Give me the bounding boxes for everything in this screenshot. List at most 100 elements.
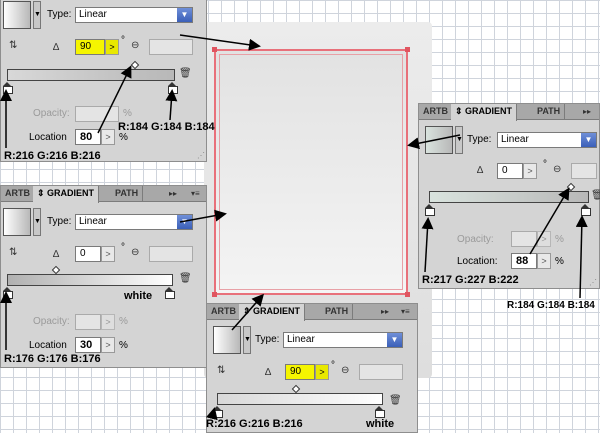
- swatch-dropdown[interactable]: ▼: [33, 1, 41, 29]
- gradient-swatch[interactable]: [3, 1, 31, 29]
- anchor-point[interactable]: [212, 292, 217, 297]
- panel-expand-icon[interactable]: ▸▸: [379, 304, 391, 320]
- location-input[interactable]: 88: [511, 253, 537, 269]
- swap-stops-icon[interactable]: ⇅: [9, 41, 17, 51]
- panel-expand-icon[interactable]: ▸▸: [167, 186, 179, 202]
- swatch-dropdown[interactable]: ▼: [243, 326, 251, 354]
- annotation-color-c-right: R:184 G:184 B:184: [507, 300, 595, 311]
- anchor-point[interactable]: [405, 292, 410, 297]
- aspect-ratio-icon[interactable]: ⊖: [131, 248, 139, 258]
- angle-stepper[interactable]: >: [105, 39, 119, 55]
- gradient-stop[interactable]: [168, 82, 178, 94]
- trash-icon[interactable]: 🗑: [179, 274, 192, 284]
- gradient-stop[interactable]: [3, 82, 13, 94]
- location-stepper[interactable]: >: [101, 337, 115, 353]
- type-select[interactable]: Linear ▼: [497, 132, 597, 148]
- gradient-swatch[interactable]: [425, 126, 453, 154]
- tab-gradient[interactable]: ⇕ GRADIENT: [239, 304, 306, 321]
- tab-path[interactable]: PATH: [321, 304, 354, 320]
- location-input[interactable]: 30: [75, 337, 101, 353]
- degree-symbol: °: [331, 360, 335, 371]
- chevron-down-icon[interactable]: ▼: [177, 215, 192, 229]
- type-label: Type:: [47, 9, 72, 20]
- panel-menu-icon[interactable]: ▾≡: [399, 304, 412, 320]
- midpoint-diamond[interactable]: [291, 384, 301, 394]
- gradient-stop[interactable]: [213, 406, 223, 418]
- angle-input[interactable]: 90: [75, 39, 105, 55]
- tab-path[interactable]: PATH: [111, 186, 144, 202]
- swatch-dropdown[interactable]: ▼: [33, 208, 41, 236]
- angle-stepper[interactable]: >: [523, 163, 537, 179]
- gradient-ramp[interactable]: [217, 393, 383, 405]
- gradient-swatch[interactable]: [213, 326, 241, 354]
- panel-menu-icon[interactable]: ▾≡: [189, 186, 202, 202]
- panel-tab-bar: ARTB ⇕ GRADIENT PATH ▸▸ ▾≡: [1, 186, 206, 203]
- location-percent: %: [119, 340, 128, 351]
- location-stepper[interactable]: >: [537, 253, 551, 269]
- trash-icon[interactable]: 🗑: [591, 191, 600, 201]
- aspect-ratio-icon[interactable]: ⊖: [131, 41, 139, 51]
- midpoint-diamond[interactable]: [566, 182, 576, 192]
- swap-stops-icon[interactable]: ⇅: [9, 248, 17, 258]
- swap-stops-icon[interactable]: ⇅: [217, 366, 225, 376]
- chevron-down-icon[interactable]: ▼: [387, 333, 402, 347]
- tab-artboards[interactable]: ARTB: [419, 104, 453, 120]
- gradient-ramp[interactable]: [7, 69, 175, 81]
- location-input[interactable]: 80: [75, 129, 101, 145]
- opacity-label: Opacity:: [33, 316, 70, 327]
- opacity-input[interactable]: [511, 231, 537, 247]
- aspect-ratio-input[interactable]: [149, 39, 193, 55]
- anchor-point[interactable]: [212, 47, 217, 52]
- anchor-point[interactable]: [405, 47, 410, 52]
- resize-grip[interactable]: ⋰: [589, 278, 597, 287]
- opacity-input[interactable]: [75, 106, 119, 122]
- gradient-ramp[interactable]: [429, 191, 589, 203]
- degree-symbol: °: [121, 35, 125, 46]
- opacity-stepper[interactable]: >: [101, 314, 115, 330]
- type-select-value: Linear: [79, 9, 107, 20]
- gradient-stop[interactable]: [581, 204, 591, 216]
- location-label: Location:: [457, 256, 498, 267]
- type-select-value: Linear: [501, 134, 529, 145]
- angle-stepper[interactable]: >: [101, 246, 115, 262]
- trash-icon[interactable]: 🗑: [179, 69, 192, 79]
- swatch-dropdown[interactable]: ▼: [455, 126, 463, 154]
- tab-artboards[interactable]: ARTB: [1, 186, 35, 202]
- opacity-input[interactable]: [75, 314, 101, 330]
- trash-icon[interactable]: 🗑: [389, 396, 402, 406]
- aspect-ratio-input[interactable]: [149, 246, 193, 262]
- midpoint-diamond[interactable]: [130, 60, 140, 70]
- aspect-ratio-input[interactable]: [359, 364, 403, 380]
- gradient-ramp[interactable]: [7, 274, 173, 286]
- tab-artboards[interactable]: ARTB: [207, 304, 241, 320]
- opacity-stepper[interactable]: >: [537, 231, 551, 247]
- angle-input[interactable]: 90: [285, 364, 315, 380]
- tab-gradient-label: GRADIENT: [253, 306, 301, 316]
- angle-input[interactable]: 0: [75, 246, 101, 262]
- aspect-ratio-icon[interactable]: ⊖: [341, 366, 349, 376]
- tab-gradient[interactable]: ⇕ GRADIENT: [33, 186, 100, 203]
- aspect-ratio-icon[interactable]: ⊖: [553, 165, 561, 175]
- resize-grip[interactable]: ⋰: [197, 151, 205, 160]
- gradient-rectangle[interactable]: [212, 47, 410, 297]
- midpoint-diamond[interactable]: [51, 265, 61, 275]
- type-select[interactable]: Linear ▼: [75, 7, 193, 23]
- tab-gradient[interactable]: ⇕ GRADIENT: [451, 104, 518, 121]
- location-stepper[interactable]: >: [101, 129, 115, 145]
- type-select[interactable]: Linear ▼: [283, 332, 403, 348]
- tab-gradient-label: GRADIENT: [47, 188, 95, 198]
- aspect-ratio-input[interactable]: [571, 163, 597, 179]
- angle-input[interactable]: 0: [497, 163, 523, 179]
- type-select[interactable]: Linear ▼: [75, 214, 193, 230]
- gradient-stop[interactable]: [165, 287, 175, 299]
- panel-expand-icon[interactable]: ▸▸: [581, 104, 593, 120]
- gradient-stop[interactable]: [375, 406, 385, 418]
- gradient-swatch[interactable]: [3, 208, 31, 236]
- tab-path[interactable]: PATH: [533, 104, 566, 120]
- chevron-down-icon[interactable]: ▼: [177, 8, 192, 22]
- gradient-stop[interactable]: [425, 204, 435, 216]
- chevron-down-icon[interactable]: ▼: [581, 133, 596, 147]
- gradient-stop[interactable]: [3, 287, 13, 299]
- angle-stepper[interactable]: >: [315, 364, 329, 380]
- angle-icon: ∆: [265, 367, 272, 378]
